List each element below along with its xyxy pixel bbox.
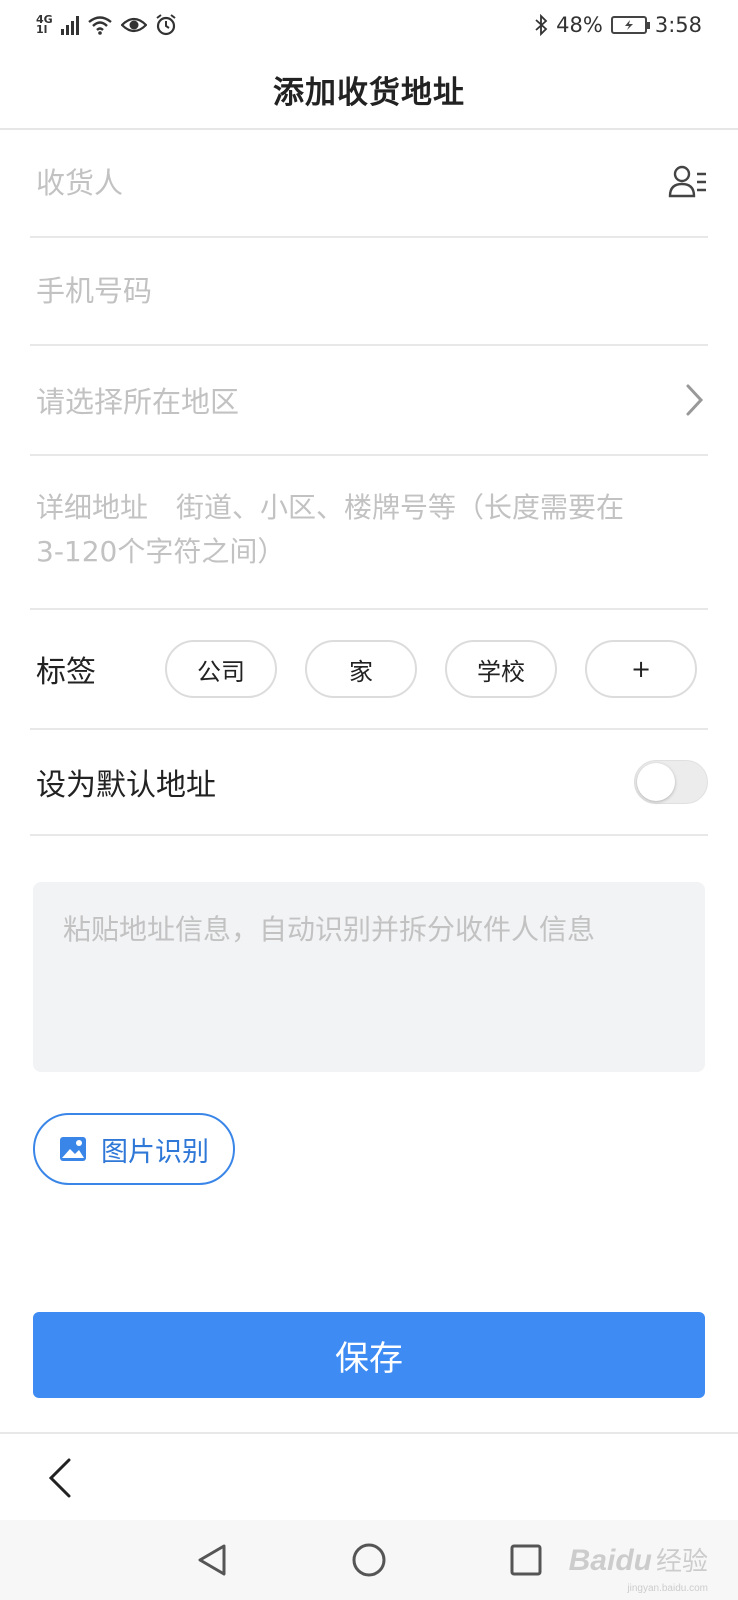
system-navigation-bar: Baidu 经验 jingyan.baidu.com — [0, 1520, 738, 1600]
tag-label: 标签 — [36, 655, 96, 690]
bluetooth-icon — [535, 14, 548, 36]
circle-home-icon — [352, 1543, 386, 1577]
tag-list: 公司 家 学校 + — [165, 640, 697, 698]
back-button[interactable] — [38, 1450, 82, 1506]
watermark-sub: jingyan.baidu.com — [627, 1583, 708, 1594]
paste-address-box — [33, 882, 705, 1072]
phone-row — [30, 238, 708, 346]
chevron-right-icon — [686, 384, 704, 416]
default-address-label: 设为默认地址 — [36, 768, 216, 803]
clock: 3:58 — [654, 13, 702, 37]
address-form: 请选择所在地区 标签 公司 家 学校 + 设为默认地址 — [30, 130, 708, 836]
wifi-icon — [87, 16, 112, 35]
contact-picker-button[interactable] — [668, 162, 708, 202]
page-title: 添加收货地址 — [273, 74, 465, 111]
watermark-brand: Baidu — [568, 1544, 652, 1577]
image-recognition-button[interactable]: 图片识别 — [33, 1113, 235, 1185]
network-sub: 1l — [36, 23, 48, 36]
nav-back-button[interactable] — [190, 1538, 234, 1582]
consignee-input[interactable] — [30, 166, 708, 200]
eye-icon — [120, 17, 147, 33]
nav-recents-button[interactable] — [504, 1538, 548, 1582]
toggle-knob — [637, 763, 675, 801]
baidu-watermark: Baidu 经验 jingyan.baidu.com — [568, 1541, 708, 1594]
alarm-icon — [156, 14, 176, 36]
save-button[interactable]: 保存 — [33, 1312, 705, 1398]
status-bar-right: 48% 3:58 — [534, 13, 702, 37]
status-bar-left: 4G 1l — [36, 14, 177, 36]
detail-address-row — [30, 456, 708, 610]
watermark-cn: 经验 — [655, 1547, 708, 1577]
default-address-toggle[interactable] — [634, 760, 708, 804]
battery-charging-icon — [610, 16, 650, 34]
signal-icon — [60, 15, 79, 35]
page-header: 添加收货地址 — [0, 50, 738, 130]
region-placeholder: 请选择所在地区 — [36, 385, 240, 419]
battery-percent: 48% — [556, 13, 603, 37]
phone-input[interactable] — [30, 274, 708, 308]
tag-add-button[interactable]: + — [585, 640, 697, 698]
contact-book-icon — [668, 165, 706, 198]
status-bar: 4G 1l 48% 3:58 — [0, 0, 738, 50]
square-recents-icon — [510, 1544, 542, 1576]
triangle-back-icon — [198, 1544, 226, 1576]
tag-company[interactable]: 公司 — [165, 640, 277, 698]
back-arrow-icon — [48, 1458, 71, 1498]
tag-school[interactable]: 学校 — [445, 640, 557, 698]
tag-row: 标签 公司 家 学校 + — [30, 610, 708, 730]
image-recognition-label: 图片识别 — [101, 1136, 209, 1168]
detail-address-input[interactable] — [30, 486, 630, 576]
bottom-toolbar — [0, 1432, 738, 1520]
region-selector[interactable]: 请选择所在地区 — [30, 346, 708, 456]
consignee-row — [30, 130, 708, 238]
default-address-row: 设为默认地址 — [30, 730, 708, 836]
paste-address-input[interactable] — [63, 908, 675, 1046]
region-chevron — [680, 382, 708, 418]
nav-home-button[interactable] — [347, 1538, 391, 1582]
network-indicator: 4G 1l — [36, 14, 53, 36]
image-icon — [60, 1137, 86, 1161]
tag-home[interactable]: 家 — [305, 640, 417, 698]
